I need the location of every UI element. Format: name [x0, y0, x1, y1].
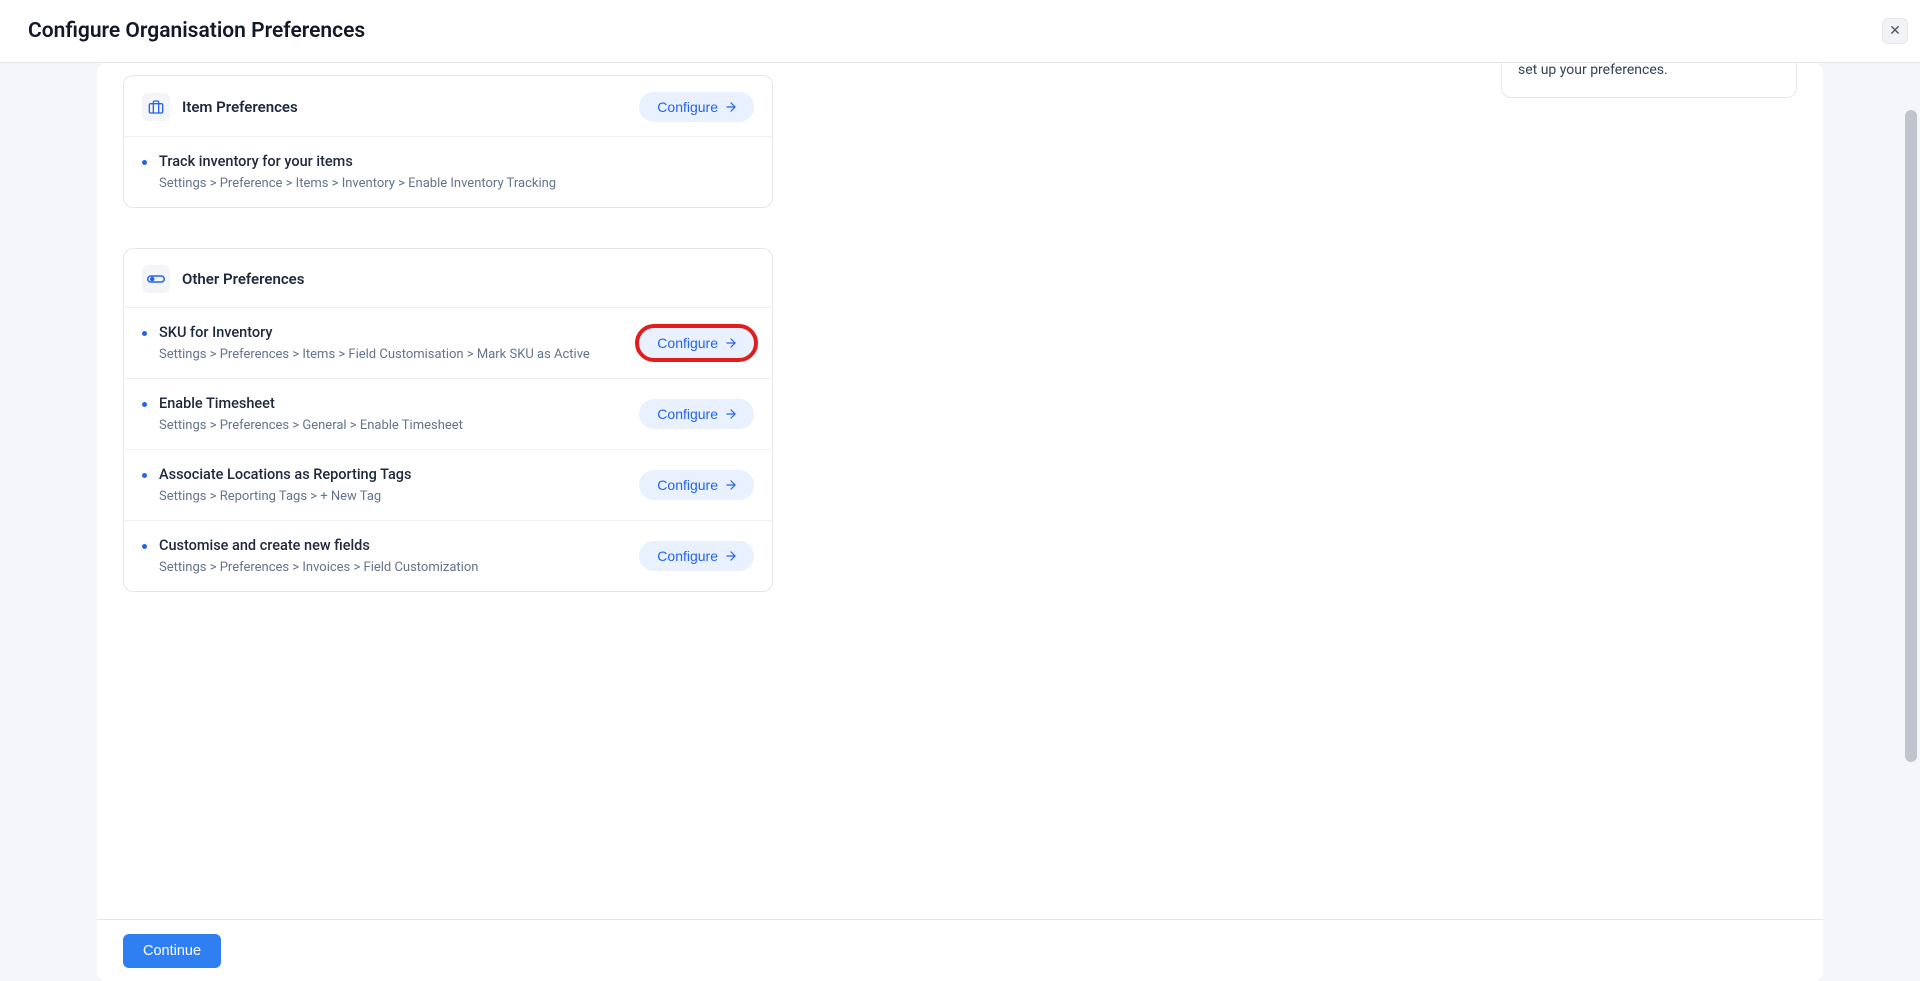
- briefcase-icon: [142, 93, 170, 121]
- row-path: Settings > Preferences > Invoices > Fiel…: [159, 560, 623, 575]
- configure-label: Configure: [657, 548, 718, 564]
- configure-fields-button[interactable]: Configure: [639, 541, 754, 571]
- scrollbar-track[interactable]: [1903, 66, 1917, 978]
- arrow-right-icon: [724, 100, 738, 114]
- card-header-item: Item Preferences Configure: [124, 76, 772, 137]
- row-path: Settings > Preferences > Items > Field C…: [159, 347, 623, 362]
- row-title: Associate Locations as Reporting Tags: [159, 466, 623, 483]
- configure-label: Configure: [657, 477, 718, 493]
- row-title: Track inventory for your items: [159, 153, 754, 170]
- info-text: can navigate to the desired setting and …: [1518, 63, 1780, 81]
- configure-label: Configure: [657, 406, 718, 422]
- footer-bar: Continue: [97, 919, 1823, 981]
- toggle-icon: [142, 265, 170, 293]
- continue-button[interactable]: Continue: [123, 934, 221, 968]
- pref-row-custom-fields: Customise and create new fields Settings…: [124, 521, 772, 591]
- bullet-icon: [142, 473, 147, 478]
- row-path: Settings > Reporting Tags > + New Tag: [159, 489, 623, 504]
- bullet-icon: [142, 160, 147, 165]
- row-title: Customise and create new fields: [159, 537, 623, 554]
- row-title: SKU for Inventory: [159, 324, 623, 341]
- row-path: Settings > Preferences > General > Enabl…: [159, 418, 623, 433]
- page-title: Configure Organisation Preferences: [28, 19, 365, 43]
- pref-row-track-inventory: Track inventory for your items Settings …: [124, 137, 772, 207]
- other-preferences-card: Other Preferences SKU for Inventory Sett…: [123, 248, 773, 592]
- arrow-right-icon: [724, 407, 738, 421]
- item-preferences-card: Item Preferences Configure Track invento…: [123, 75, 773, 208]
- card-title-item: Item Preferences: [182, 98, 298, 116]
- arrow-right-icon: [724, 336, 738, 350]
- bullet-icon: [142, 331, 147, 336]
- close-icon: ✕: [1889, 23, 1901, 39]
- pref-row-locations-tags: Associate Locations as Reporting Tags Se…: [124, 450, 772, 521]
- arrow-right-icon: [724, 478, 738, 492]
- scroll-area[interactable]: can navigate to the desired setting and …: [97, 63, 1823, 919]
- left-column: Item Preferences Configure Track invento…: [123, 63, 773, 632]
- content-panel: can navigate to the desired setting and …: [97, 63, 1823, 981]
- pref-row-sku-inventory: SKU for Inventory Settings > Preferences…: [124, 308, 772, 379]
- bullet-icon: [142, 544, 147, 549]
- card-header-other: Other Preferences: [124, 249, 772, 308]
- configure-timesheet-button[interactable]: Configure: [639, 399, 754, 429]
- row-title: Enable Timesheet: [159, 395, 623, 412]
- page-header: Configure Organisation Preferences ✕: [0, 0, 1920, 63]
- configure-label: Configure: [657, 335, 718, 351]
- card-title-other: Other Preferences: [182, 270, 304, 288]
- configure-sku-button[interactable]: Configure: [639, 328, 754, 358]
- info-panel: can navigate to the desired setting and …: [1501, 63, 1797, 98]
- close-button[interactable]: ✕: [1882, 18, 1908, 44]
- row-path: Settings > Preference > Items > Inventor…: [159, 176, 754, 191]
- arrow-right-icon: [724, 549, 738, 563]
- scrollbar-thumb[interactable]: [1905, 110, 1917, 762]
- bullet-icon: [142, 402, 147, 407]
- configure-locations-button[interactable]: Configure: [639, 470, 754, 500]
- pref-row-enable-timesheet: Enable Timesheet Settings > Preferences …: [124, 379, 772, 450]
- configure-item-prefs-button[interactable]: Configure: [639, 92, 754, 122]
- configure-label: Configure: [657, 99, 718, 115]
